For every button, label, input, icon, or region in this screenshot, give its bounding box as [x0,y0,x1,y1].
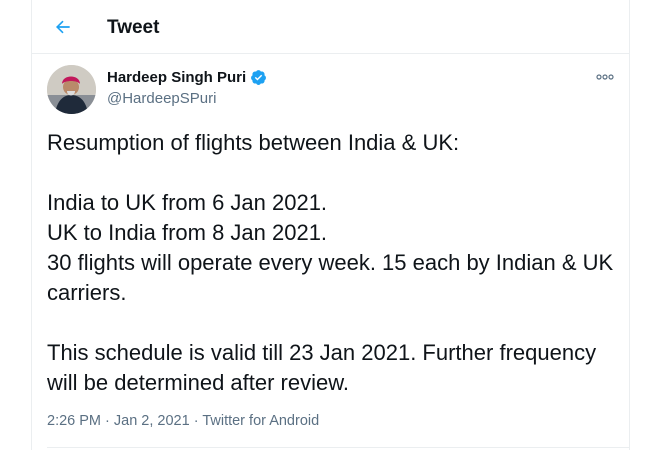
tweet-date[interactable]: Jan 2, 2021 [114,413,190,429]
meta-separator: · [189,413,203,429]
tweet-source[interactable]: Twitter for Android [202,413,319,429]
tweet-page: Tweet Hardeep Singh Puri @HardeepSPuri R… [31,0,630,450]
more-dots-icon [596,74,614,80]
author-handle[interactable]: @HardeepSPuri [107,90,216,107]
page-header: Tweet [32,0,629,54]
tweet-metadata: 2:26 PM · Jan 2, 2021 · Twitter for Andr… [47,413,319,429]
author-display-name[interactable]: Hardeep Singh Puri [107,69,246,86]
author-name-row: Hardeep Singh Puri [107,69,267,86]
tweet-text: Resumption of flights between India & UK… [47,130,614,395]
verified-badge-icon [251,70,267,85]
avatar-image [47,65,96,114]
more-options-button[interactable] [595,70,615,84]
avatar[interactable] [47,65,96,114]
divider [47,447,629,448]
page-title: Tweet [107,17,160,38]
back-button[interactable] [50,14,76,40]
arrow-left-icon [56,20,70,34]
tweet-time[interactable]: 2:26 PM [47,413,101,429]
meta-separator: · [101,413,114,429]
